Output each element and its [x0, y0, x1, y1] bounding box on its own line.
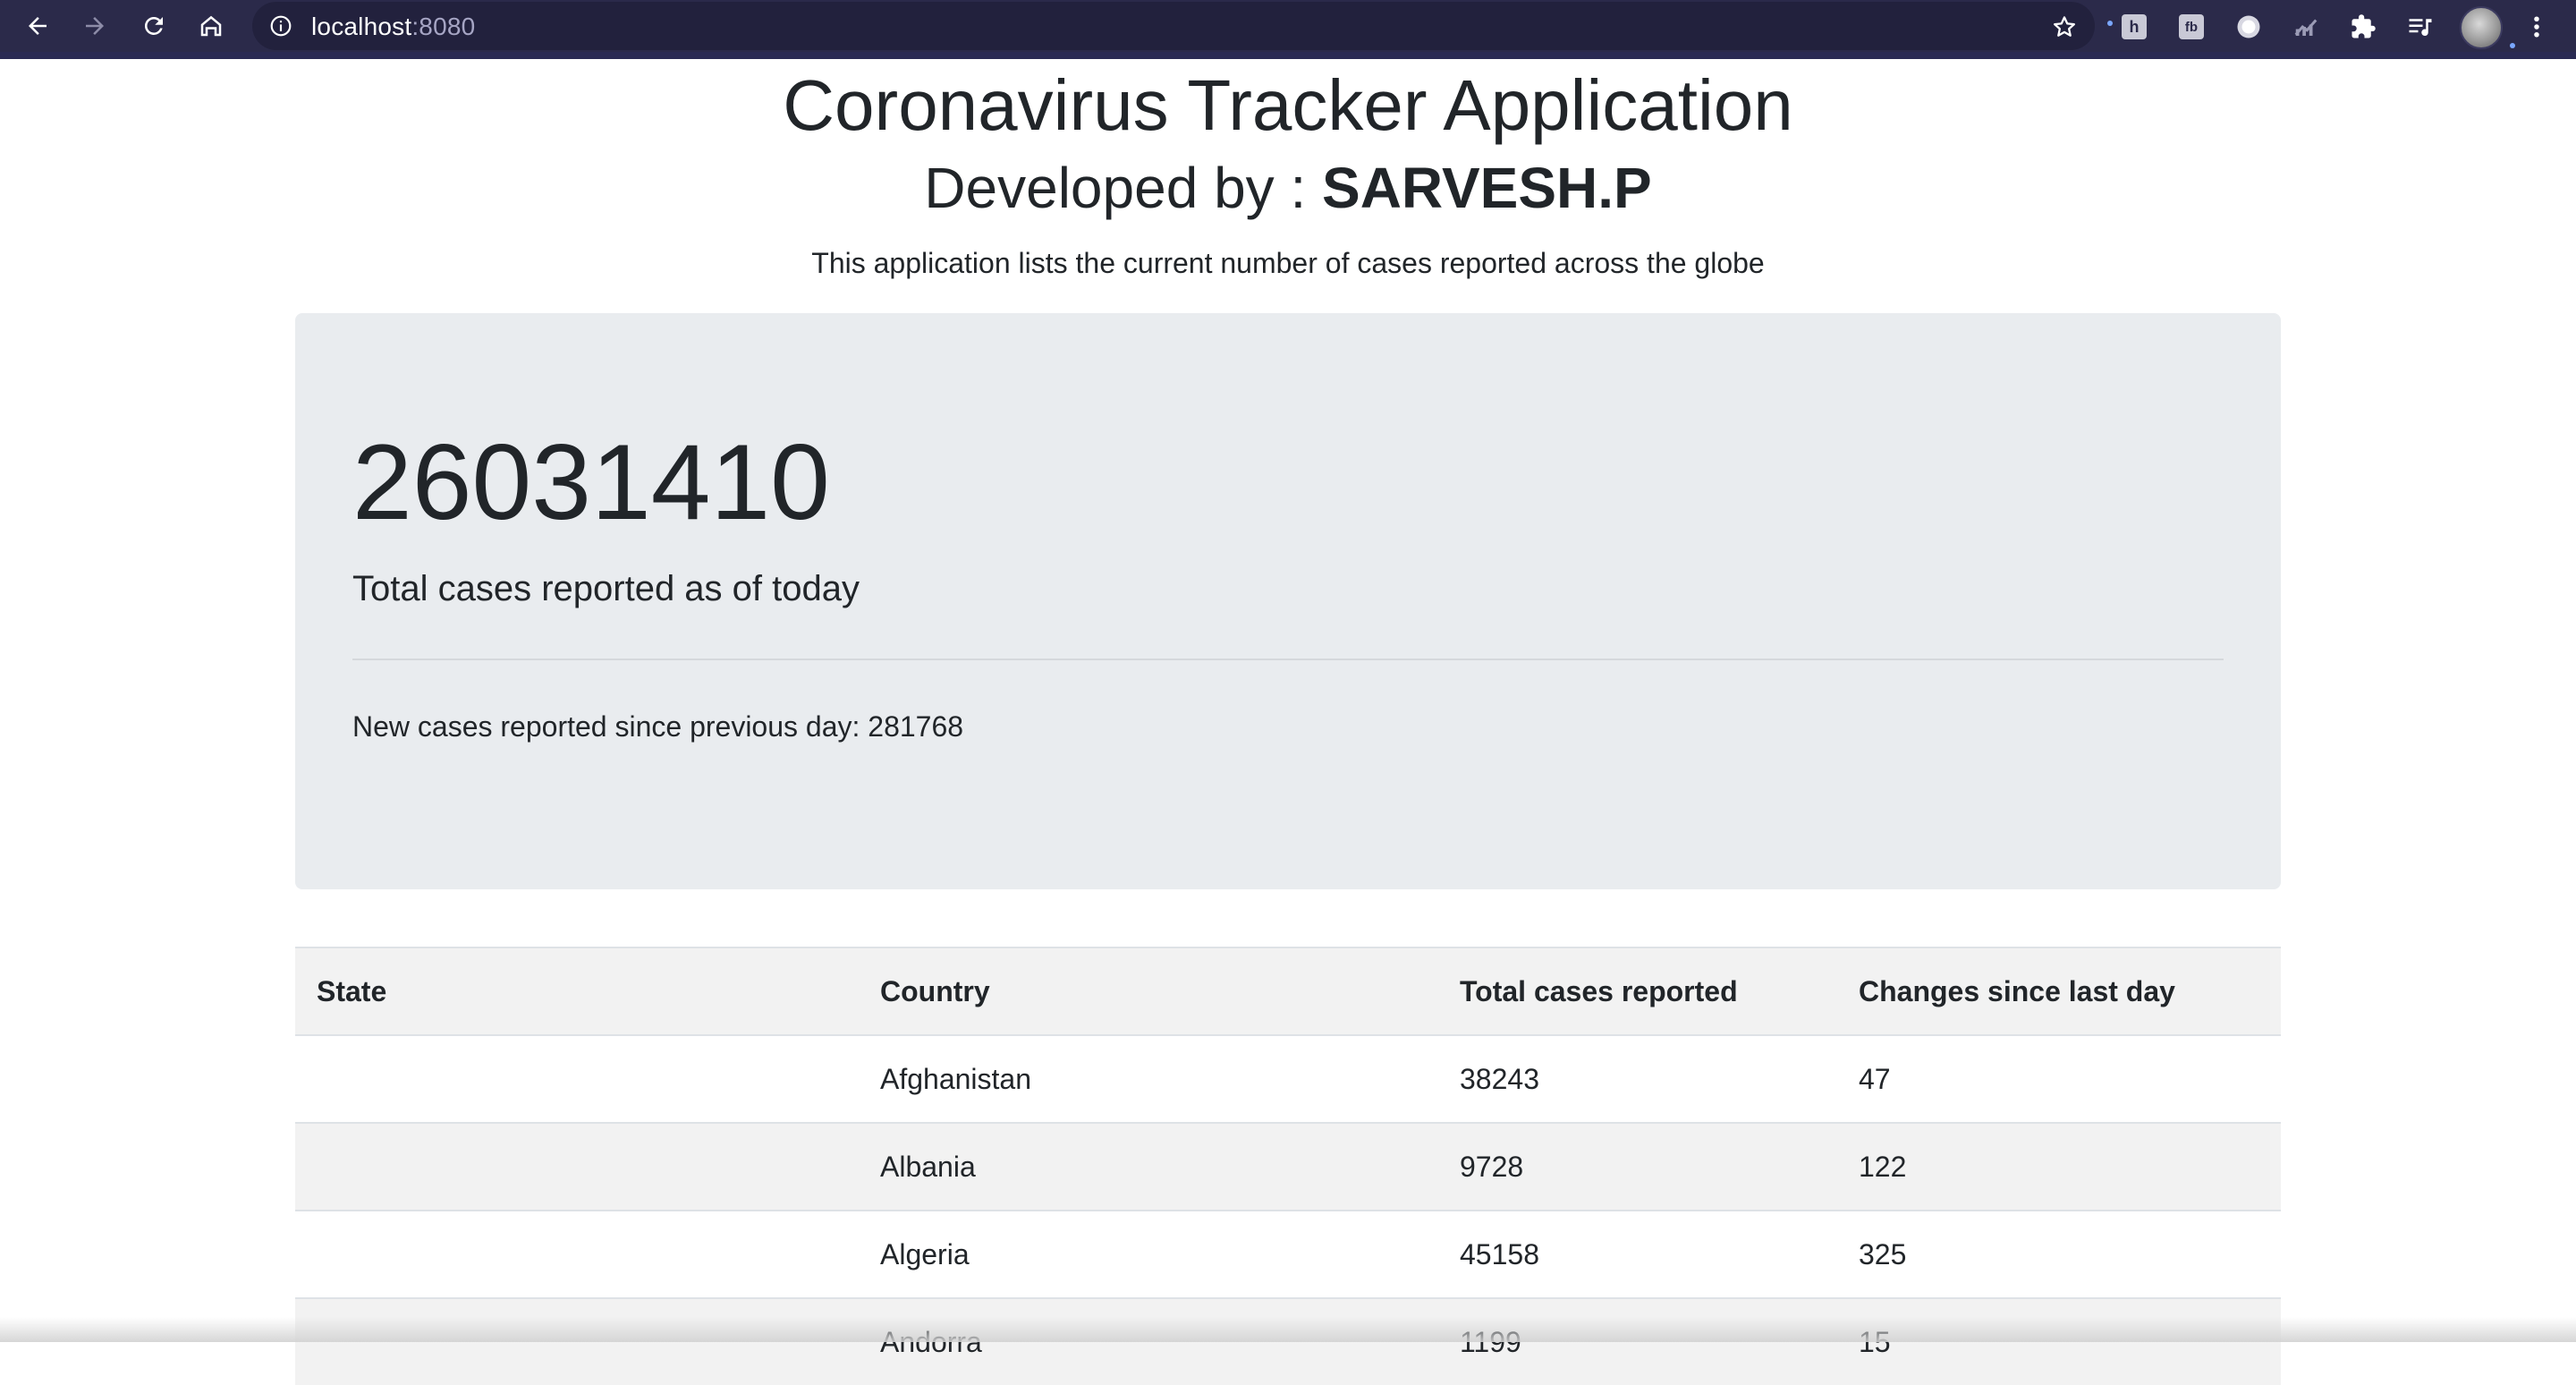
home-icon[interactable]	[193, 8, 229, 44]
cell-change: 47	[1837, 1034, 2281, 1123]
cell-change: 122	[1837, 1122, 2281, 1211]
cell-total: 9728	[1438, 1122, 1837, 1211]
total-cases-number: 26031410	[352, 422, 830, 542]
address-bar[interactable]: localhost:8080	[252, 2, 2095, 50]
column-header-state: State	[295, 947, 859, 1036]
cell-total: 38243	[1438, 1034, 1837, 1123]
extension-fb-icon[interactable]: fb	[2177, 13, 2206, 41]
extensions-puzzle-icon[interactable]	[2349, 13, 2377, 41]
menu-kebab-icon[interactable]	[2522, 13, 2551, 41]
back-icon[interactable]	[20, 8, 55, 44]
extension-h-label: h	[2122, 14, 2147, 39]
profile-sync-dot	[2510, 43, 2515, 48]
reading-list-icon[interactable]	[2406, 13, 2435, 41]
table-row: Afghanistan 38243 47	[295, 1034, 2281, 1123]
table-row: Albania 9728 122	[295, 1122, 2281, 1211]
url-port: :8080	[411, 13, 476, 40]
cell-state	[295, 1122, 859, 1211]
reload-icon[interactable]	[136, 8, 172, 44]
extension-chart-icon[interactable]	[2292, 13, 2320, 41]
cell-country: Algeria	[859, 1210, 1438, 1298]
extension-badge-dot	[2107, 21, 2113, 26]
window-bottom-shadow	[0, 1317, 2576, 1342]
cell-change: 325	[1837, 1210, 2281, 1298]
table-row: Algeria 45158 325	[295, 1210, 2281, 1298]
cell-state	[295, 1034, 859, 1123]
summary-divider	[352, 659, 2224, 660]
url-host: localhost	[311, 13, 412, 40]
extension-h-icon[interactable]: h	[2120, 13, 2148, 41]
browser-toolbar: localhost:8080 h fb	[0, 0, 2576, 59]
url-text[interactable]: localhost:8080	[311, 13, 475, 41]
new-cases-text: New cases reported since previous day: 2…	[352, 710, 964, 743]
summary-panel: 26031410 Total cases reported as of toda…	[295, 313, 2281, 889]
column-header-change: Changes since last day	[1837, 947, 2281, 1036]
developer-name: SARVESH.P	[1322, 156, 1652, 220]
table-header-row: State Country Total cases reported Chang…	[295, 947, 2281, 1036]
cell-total: 45158	[1438, 1210, 1837, 1298]
page-content: Coronavirus Tracker Application Develope…	[0, 59, 2576, 1385]
cell-country: Afghanistan	[859, 1034, 1438, 1123]
page-description: This application lists the current numbe…	[811, 247, 1765, 279]
total-cases-label: Total cases reported as of today	[352, 569, 860, 608]
developed-by-label: Developed by :	[924, 156, 1322, 220]
cell-state	[295, 1210, 859, 1298]
bookmark-star-icon[interactable]	[2050, 13, 2079, 41]
column-header-total: Total cases reported	[1438, 947, 1837, 1036]
profile-avatar[interactable]	[2460, 6, 2503, 49]
column-header-country: Country	[859, 947, 1438, 1036]
cell-country: Albania	[859, 1122, 1438, 1211]
forward-icon[interactable]	[77, 8, 113, 44]
extension-circle-icon[interactable]	[2234, 13, 2263, 41]
info-icon[interactable]	[268, 13, 293, 38]
page-title: Coronavirus Tracker Application	[783, 65, 1793, 145]
extension-fb-label: fb	[2179, 14, 2204, 39]
developer-heading: Developed by : SARVESH.P	[0, 152, 2576, 224]
